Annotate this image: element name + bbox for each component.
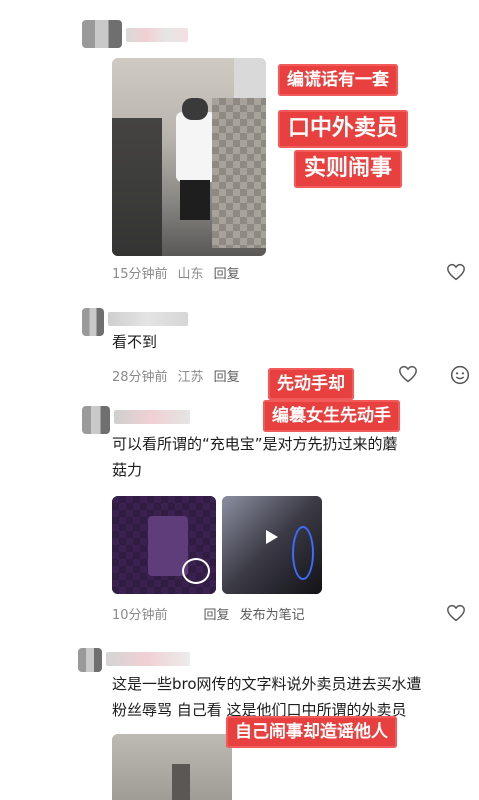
comment-text: 这是一些bro网传的文字料说外卖员进去买水遭 — [112, 675, 422, 693]
username-blurred[interactable] — [108, 312, 188, 326]
caption-overlay: 实则闹事 — [294, 150, 403, 188]
caption-overlay: 编篡女生先动手 — [263, 400, 400, 432]
avatar[interactable] — [82, 20, 122, 48]
heart-icon[interactable] — [446, 263, 466, 281]
comment-meta: 28分钟前 江苏 回复 — [112, 366, 250, 385]
reply-button[interactable]: 回复 — [204, 608, 230, 623]
comment-text: 可以看所谓的“充电宝”是对方先扔过来的蘑 — [112, 435, 398, 453]
comment-time: 15分钟前 — [112, 267, 168, 282]
comment-meta: 10分钟前 回复 发布为笔记 — [112, 604, 315, 623]
heart-icon[interactable] — [398, 365, 418, 383]
emoji-icon[interactable] — [450, 365, 470, 385]
username-blurred[interactable] — [106, 652, 190, 666]
comment-location: 江苏 — [177, 370, 204, 385]
username-blurred[interactable] — [114, 410, 190, 424]
play-icon — [266, 530, 278, 544]
caption-overlay: 编谎话有一套 — [278, 64, 398, 96]
caption-overlay: 口中外卖员 — [278, 110, 409, 148]
reply-button[interactable]: 回复 — [214, 267, 240, 282]
comment-time: 28分钟前 — [112, 370, 168, 385]
comment-time: 10分钟前 — [112, 608, 168, 623]
comment-image[interactable] — [222, 496, 322, 594]
caption-overlay: 先动手却 — [268, 368, 354, 400]
comment-meta: 15分钟前 山东 回复 — [112, 263, 250, 282]
comment-text: 菇力 — [112, 461, 143, 479]
avatar[interactable] — [78, 648, 102, 672]
reply-button[interactable]: 回复 — [214, 370, 240, 385]
caption-overlay: 自己闹事却造谣他人 — [226, 716, 397, 748]
comment-text: 看不到 — [112, 333, 158, 351]
avatar[interactable] — [82, 308, 104, 336]
comment-location: 山东 — [177, 267, 204, 282]
username-blurred[interactable] — [126, 28, 188, 42]
comment-image[interactable] — [112, 58, 266, 256]
comment-image[interactable] — [112, 496, 216, 594]
publish-note-button[interactable]: 发布为笔记 — [240, 608, 305, 623]
avatar[interactable] — [82, 406, 110, 434]
heart-icon[interactable] — [446, 604, 466, 622]
comment-image[interactable] — [112, 734, 232, 800]
